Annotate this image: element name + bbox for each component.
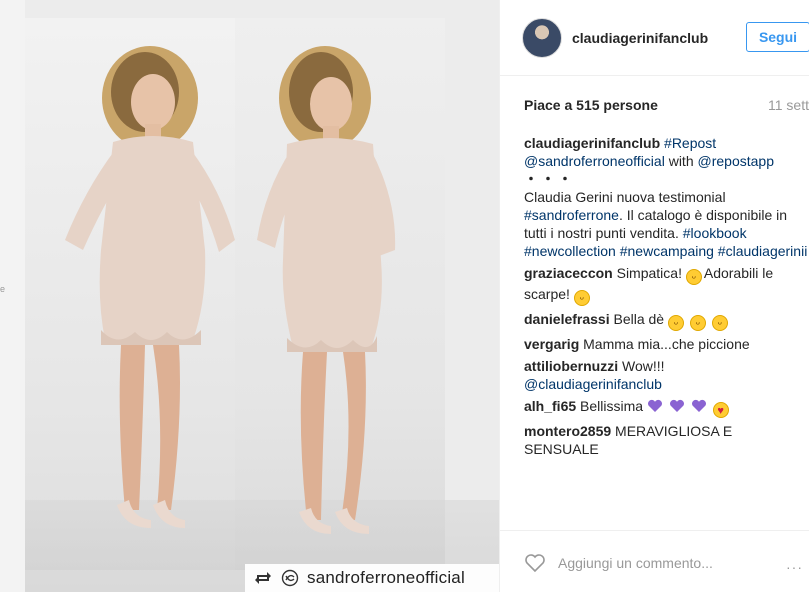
comment-username[interactable]: vergarig	[524, 336, 579, 352]
smiling-emoji-icon: ᵕ	[711, 315, 728, 331]
model-figure-right	[257, 46, 396, 534]
mention-sandroferrone[interactable]: @sandroferroneofficial	[524, 153, 665, 169]
comment-username[interactable]: montero2859	[524, 423, 611, 439]
post-side-panel: claudiagerinifanclub Segui Piace a 515 p…	[499, 0, 809, 592]
repost-icon	[255, 572, 271, 584]
comment-username[interactable]: attiliobernuzzi	[524, 358, 618, 374]
caption-with: with	[668, 153, 694, 169]
comment-username[interactable]: graziaceccon	[524, 265, 613, 281]
mention-repostapp[interactable]: @repostapp	[698, 153, 774, 169]
caption-username[interactable]: claudiagerinifanclub	[524, 135, 660, 151]
hashtag-lookbook[interactable]: #lookbook	[683, 225, 747, 241]
hashtag-newcollection[interactable]: #newcollection	[524, 243, 616, 259]
comment-text: Bella dè	[613, 311, 665, 327]
purple-heart-icon	[669, 399, 684, 412]
post-footer: Aggiungi un commento... ···	[500, 530, 809, 592]
purple-heart-icon	[647, 399, 662, 412]
comment-username[interactable]: danielefrassi	[524, 311, 610, 327]
avatar[interactable]	[522, 18, 562, 58]
winking-emoji-icon: ᵕ	[667, 315, 684, 331]
hashtag-claudiagerinii[interactable]: #claudiagerinii	[718, 243, 808, 259]
list-item: graziaceccon Simpatica! ᵕ Adorabili le sc…	[524, 264, 809, 306]
list-item: alh_fi65 Bellissima ♥	[524, 397, 809, 418]
caption-dots: ・・・	[524, 171, 575, 187]
edge-mark: e	[0, 284, 6, 294]
repost-attribution: sandroferroneofficial	[245, 564, 499, 592]
list-item: danielefrassi Bella dè ᵕ ᵕ ᵕ	[524, 310, 809, 331]
grinning-emoji-icon: ᵕ	[685, 269, 702, 285]
tongue-emoji-icon: ᵕ	[573, 290, 590, 306]
hashtag-repost[interactable]: #Repost	[664, 135, 716, 151]
heart-eyes-emoji-icon: ♥	[712, 402, 729, 418]
comment-text: Bellissima	[580, 398, 644, 414]
kissing-emoji-icon: ᵕ	[689, 315, 706, 331]
background-strip: e	[0, 0, 25, 592]
caption: claudiagerinifanclub #Repost @sandroferr…	[524, 134, 809, 260]
hashtag-sandroferrone[interactable]: #sandroferrone	[524, 207, 619, 223]
list-item: montero2859 MERAVIGLIOSA E SENSUALE	[524, 422, 809, 458]
more-options-icon[interactable]: ···	[786, 559, 803, 575]
list-item: attiliobernuzzi Wow!!! @claudiagerinifan…	[524, 357, 809, 393]
header-username[interactable]: claudiagerinifanclub	[572, 30, 708, 46]
comment-text: Wow!!!	[622, 358, 665, 374]
list-item: vergarig Mamma mia...che piccione	[524, 335, 809, 353]
comment-username[interactable]: alh_fi65	[524, 398, 576, 414]
likes-count[interactable]: Piace a 515 persone	[524, 97, 658, 113]
comment-text: Simpatica!	[616, 265, 682, 281]
purple-heart-icon	[691, 399, 706, 412]
post-photo[interactable]: sandroferroneofficial	[25, 0, 499, 592]
brand-logo-icon	[281, 569, 299, 587]
post-time[interactable]: 11 sett.	[768, 97, 809, 113]
post-header: claudiagerinifanclub Segui	[500, 0, 809, 76]
heart-icon[interactable]	[524, 553, 546, 573]
hashtag-newcampaing[interactable]: #newcampaing	[620, 243, 714, 259]
comments-list: claudiagerinifanclub #Repost @sandroferr…	[524, 134, 809, 462]
caption-text: Claudia Gerini nuova testimonial	[524, 189, 726, 205]
comment-mention[interactable]: @claudiagerinifanclub	[524, 376, 662, 392]
follow-button[interactable]: Segui	[746, 22, 809, 52]
add-comment-input[interactable]: Aggiungi un commento...	[558, 555, 713, 571]
comment-text: Mamma mia...che piccione	[583, 336, 750, 352]
repost-handle: sandroferroneofficial	[307, 568, 465, 587]
